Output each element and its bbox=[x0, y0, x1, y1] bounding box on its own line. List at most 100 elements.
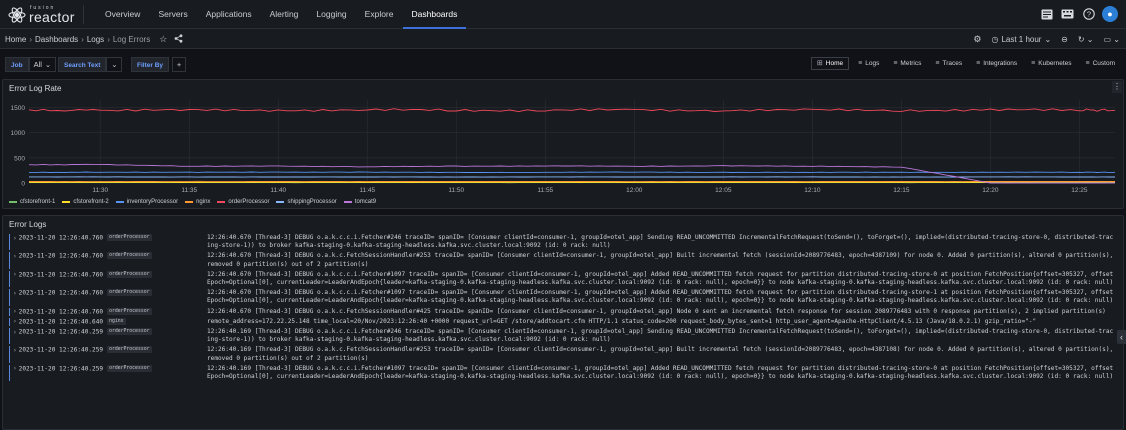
nav-item-dashboards[interactable]: Dashboards bbox=[402, 0, 467, 29]
log-job-badge: orderProcessor bbox=[107, 289, 152, 297]
log-message: remote_address=172.22.25.148 time_local=… bbox=[207, 317, 1037, 325]
chevron-right-icon[interactable]: › bbox=[13, 308, 17, 315]
log-row[interactable]: › 2023-11-20 12:26:40.760 orderProcessor 12… bbox=[9, 307, 1115, 316]
legend-swatch bbox=[343, 201, 352, 203]
chevron-right-icon[interactable]: › bbox=[13, 271, 17, 278]
add-filter-button[interactable]: + bbox=[172, 57, 187, 72]
zoom-out-icon[interactable]: ⊖ bbox=[1061, 35, 1068, 44]
legend-swatch bbox=[9, 201, 17, 203]
legend-label: shippingProcessor bbox=[287, 199, 337, 205]
log-meta: › 2023-11-20 12:26:40.760 orderProcessor bbox=[9, 252, 204, 261]
log-timestamp: 2023-11-20 12:26:40.760 bbox=[18, 234, 104, 242]
list-icon: ≡ bbox=[1031, 60, 1036, 67]
x-tick-label: 12:25 bbox=[1071, 187, 1088, 194]
tab-metrics[interactable]: ≡ Metrics bbox=[888, 57, 926, 70]
tab-traces[interactable]: ≡ Traces bbox=[930, 57, 967, 70]
x-tick-label: 11:35 bbox=[181, 187, 197, 194]
legend-item[interactable]: orderProcessor bbox=[217, 199, 269, 205]
nav-item-logging[interactable]: Logging bbox=[307, 0, 355, 29]
chevron-down-icon: ⌄ bbox=[44, 60, 52, 69]
legend-label: cfstorefront-2 bbox=[73, 199, 109, 205]
job-variable-select[interactable]: All ⌄ bbox=[28, 57, 57, 72]
legend-item[interactable]: cfstorefront-1 bbox=[9, 199, 55, 205]
help-icon[interactable]: ? bbox=[1081, 7, 1096, 22]
legend-item[interactable]: cfstorefront-2 bbox=[62, 199, 109, 205]
log-job-badge: orderProcessor bbox=[107, 328, 152, 336]
log-message: 12:26:40.169 [Thread-3] DEBUG o.a.k.c.c.… bbox=[207, 328, 1114, 344]
x-tick-label: 12:05 bbox=[715, 187, 732, 194]
news-icon[interactable] bbox=[1039, 7, 1054, 22]
legend-item[interactable]: nginx bbox=[185, 199, 210, 205]
log-row[interactable]: › 2023-11-20 12:26:40.760 orderProcessor 12… bbox=[9, 289, 1115, 306]
breadcrumb-logs[interactable]: Logs bbox=[87, 35, 104, 44]
search-text-input[interactable]: ⌄ bbox=[106, 57, 123, 72]
chevron-right-icon[interactable]: › bbox=[13, 235, 17, 242]
log-timestamp: 2023-11-20 12:26:40.640 bbox=[18, 318, 104, 326]
tv-mode-icon[interactable]: ▭ ⌄ bbox=[1104, 35, 1120, 44]
log-row[interactable]: › 2023-11-20 12:26:40.760 orderProcessor 12… bbox=[9, 270, 1115, 288]
tab-home[interactable]: ⊞ Home bbox=[810, 57, 850, 70]
chevron-right-icon[interactable]: › bbox=[13, 290, 17, 297]
tab-logs[interactable]: ≡ Logs bbox=[853, 57, 884, 70]
keyboard-icon[interactable] bbox=[1060, 7, 1075, 22]
legend-item[interactable]: shippingProcessor bbox=[276, 199, 337, 205]
breadcrumb-dashboards[interactable]: Dashboards bbox=[35, 35, 78, 44]
chevron-right-icon[interactable]: › bbox=[13, 347, 17, 354]
user-avatar[interactable]: ● bbox=[1102, 6, 1118, 22]
log-job-badge: orderProcessor bbox=[107, 270, 152, 278]
breadcrumb-separator: › bbox=[81, 34, 84, 44]
nav-item-alerting[interactable]: Alerting bbox=[261, 0, 308, 29]
log-job-badge: orderProcessor bbox=[107, 234, 152, 241]
error-log-rate-chart: 0 500 1000 1500 11:30 11:35 11:40 11:45 11:50 11:… bbox=[11, 100, 1116, 194]
nav-item-applications[interactable]: Applications bbox=[197, 0, 261, 29]
nav-item-servers[interactable]: Servers bbox=[149, 0, 196, 29]
error-log-rate-panel: Error Log Rate ⋮ 0 500 1000 1500 11:30 11:35 1… bbox=[2, 79, 1124, 209]
nav-item-explore[interactable]: Explore bbox=[356, 0, 403, 29]
tab-label: Integrations bbox=[983, 60, 1018, 67]
share-icon[interactable] bbox=[174, 33, 183, 45]
x-tick-label: 12:15 bbox=[893, 187, 910, 194]
log-message: 12:26:40.670 [Thread-3] DEBUG o.a.k.c.Fe… bbox=[207, 307, 1106, 315]
tab-custom[interactable]: ≡ Custom bbox=[1081, 57, 1121, 70]
log-row[interactable]: › 2023-11-20 12:26:40.760 orderProcessor 12… bbox=[9, 234, 1115, 251]
breadcrumb-home[interactable]: Home bbox=[5, 35, 26, 44]
chevron-right-icon[interactable]: › bbox=[13, 365, 17, 372]
tab-kubernetes[interactable]: ≡ Kubernetes bbox=[1026, 57, 1076, 70]
chevron-right-icon[interactable]: › bbox=[13, 329, 17, 336]
log-meta: › 2023-11-20 12:26:40.259 orderProcessor bbox=[9, 364, 204, 374]
nav-item-overview[interactable]: Overview bbox=[96, 0, 149, 29]
log-rows: › 2023-11-20 12:26:40.760 orderProcessor 12… bbox=[9, 234, 1115, 383]
filter-by-label[interactable]: Filter By bbox=[131, 57, 170, 72]
log-row[interactable]: › 2023-11-20 12:26:40.259 orderProcessor 12… bbox=[9, 328, 1115, 345]
time-range-picker[interactable]: ◷ Last 1 hour ⌄ bbox=[991, 35, 1051, 44]
log-row[interactable]: › 2023-11-20 12:26:40.640 nginx remote_addr… bbox=[9, 317, 1115, 327]
refresh-icon[interactable]: ↻ ⌄ bbox=[1078, 35, 1094, 44]
log-row[interactable]: › 2023-11-20 12:26:40.259 orderProcessor 12… bbox=[9, 364, 1115, 382]
tab-label: Kubernetes bbox=[1038, 60, 1072, 67]
x-tick-label: 11:40 bbox=[270, 187, 286, 194]
tab-label: Home bbox=[825, 60, 844, 67]
log-meta: › 2023-11-20 12:26:40.760 orderProcessor bbox=[9, 234, 204, 243]
nav-divider bbox=[83, 5, 84, 24]
legend-item[interactable]: tomcat9 bbox=[343, 199, 376, 205]
log-row[interactable]: › 2023-11-20 12:26:40.760 orderProcessor 12… bbox=[9, 252, 1115, 269]
svg-text:?: ? bbox=[1086, 10, 1090, 19]
chevron-right-icon[interactable]: › bbox=[13, 253, 17, 260]
log-job-badge: nginx bbox=[107, 317, 126, 325]
log-timestamp: 2023-11-20 12:26:40.259 bbox=[18, 365, 104, 373]
legend-item[interactable]: inventoryProcessor bbox=[115, 199, 178, 205]
x-tick-label: 11:50 bbox=[448, 187, 464, 194]
list-icon: ≡ bbox=[935, 60, 940, 67]
collapse-sidebar-icon[interactable]: ‹ bbox=[1117, 330, 1126, 344]
legend-swatch bbox=[62, 201, 71, 203]
fusionreactor-logo[interactable]: fusion reactor bbox=[6, 2, 76, 26]
top-icons: ? ● bbox=[1039, 6, 1118, 22]
search-text-label: Search Text bbox=[58, 57, 107, 72]
gear-icon[interactable]: ⚙ bbox=[973, 34, 981, 45]
legend-label: cfstorefront-1 bbox=[20, 199, 56, 205]
chevron-right-icon[interactable]: › bbox=[13, 318, 17, 325]
log-row[interactable]: › 2023-11-20 12:26:40.259 orderProcessor 12… bbox=[9, 346, 1115, 363]
tab-integrations[interactable]: ≡ Integrations bbox=[971, 57, 1022, 70]
star-icon[interactable]: ☆ bbox=[159, 34, 167, 45]
panel-title: Error Logs bbox=[9, 220, 47, 229]
